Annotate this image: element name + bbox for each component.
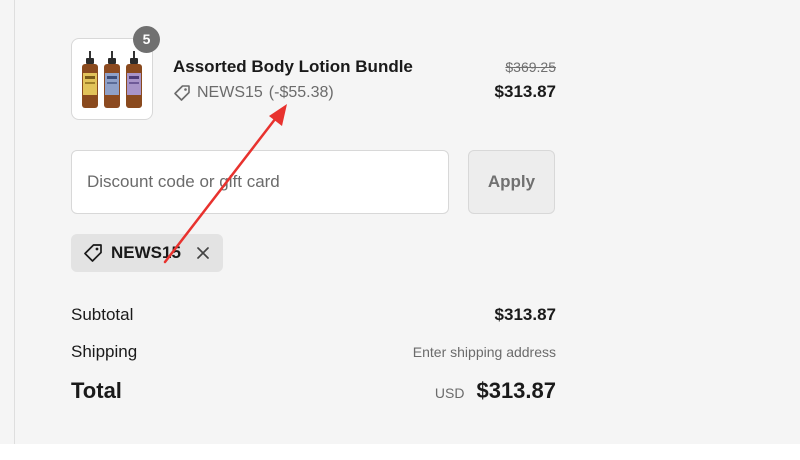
original-price: $369.25 [505,59,556,75]
apply-button[interactable]: Apply [468,150,555,214]
subtotal-label: Subtotal [71,305,134,324]
total-currency: USD [434,385,465,401]
applied-discount-code: NEWS15 [111,243,181,262]
discount-code-input[interactable] [71,150,449,214]
product-discount-line: NEWS15 (-$55.38) [173,84,334,102]
product-price: $313.87 [494,82,556,101]
product-name: Assorted Body Lotion Bundle [173,57,413,76]
shipping-value: Enter shipping address [412,344,556,360]
quantity-badge: 5 [133,26,160,53]
tag-icon [84,244,102,262]
product-discount-code: NEWS15 [197,84,263,101]
total-label: Total [71,378,122,403]
subtotal-value: $313.87 [494,305,556,324]
applied-discount-chip: NEWS15 [71,234,223,272]
shipping-label: Shipping [71,342,138,361]
product-discount-amount: (-$55.38) [268,84,334,101]
tag-icon [174,85,190,101]
close-icon[interactable] [195,245,211,261]
total-value-group: USD $313.87 [435,378,556,404]
page-bottom-edge [0,444,800,460]
lotion-bottles-image [82,51,142,108]
total-amount: $313.87 [476,378,556,403]
